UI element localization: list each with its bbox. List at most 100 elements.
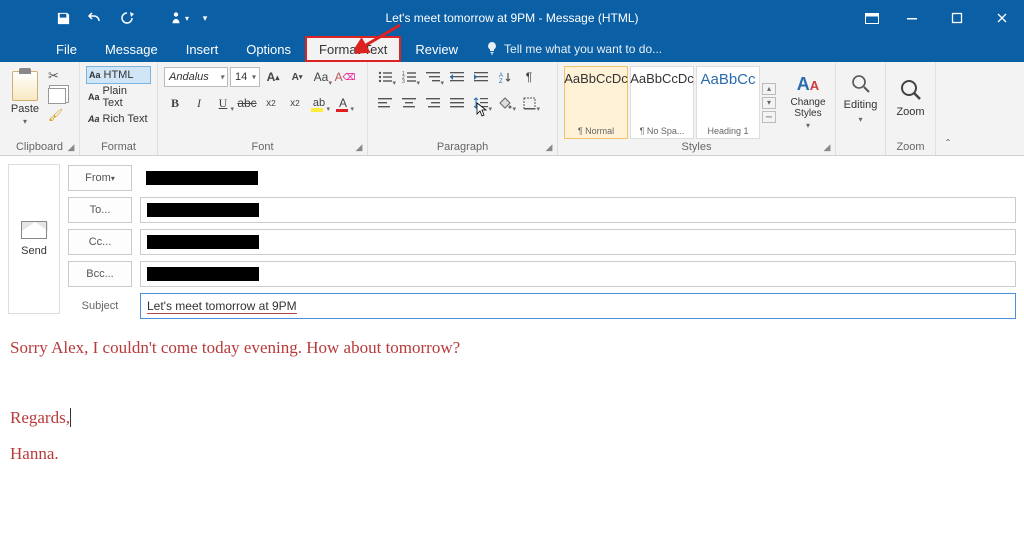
bcc-field[interactable]: user3@example.com bbox=[140, 261, 1016, 287]
titlebar: ▾ ▾ Let's meet tomorrow at 9PM - Message… bbox=[0, 0, 1024, 36]
italic-icon[interactable]: I bbox=[188, 92, 210, 114]
styles-dialog-launcher[interactable]: ◢ bbox=[821, 141, 833, 153]
show-marks-icon[interactable]: ¶ bbox=[518, 66, 540, 88]
tab-insert[interactable]: Insert bbox=[172, 36, 233, 62]
subject-field[interactable]: Let's meet tomorrow at 9PM bbox=[140, 293, 1016, 319]
body-line-3: Hanna. bbox=[10, 440, 1014, 467]
style-normal[interactable]: AaBbCcDc ¶ Normal bbox=[564, 66, 628, 139]
send-label: Send bbox=[21, 245, 47, 257]
styles-gallery-nav[interactable]: ▴▾⎓ bbox=[762, 66, 776, 139]
bullets-icon[interactable]: ▾ bbox=[374, 66, 396, 88]
message-body[interactable]: Sorry Alex, I couldn't come today evenin… bbox=[0, 320, 1024, 489]
highlight-color-icon[interactable]: ab▾ bbox=[308, 92, 330, 114]
style-no-spacing[interactable]: AaBbCcDc ¶ No Spa... bbox=[630, 66, 694, 139]
window-title: Let's meet tomorrow at 9PM - Message (HT… bbox=[385, 11, 638, 25]
text-cursor bbox=[70, 408, 71, 427]
group-paragraph: ▾ 123▾ ▾ AZ ¶ ▾ ▾ ▾ bbox=[368, 62, 558, 155]
maximize-button[interactable] bbox=[934, 0, 979, 36]
format-html-button[interactable]: AaAa HTMLHTML bbox=[86, 66, 151, 84]
shrink-font-icon[interactable]: A▾ bbox=[286, 66, 308, 88]
body-line-1: Sorry Alex, I couldn't come today evenin… bbox=[10, 334, 1014, 361]
borders-icon[interactable]: ▾ bbox=[518, 92, 540, 114]
tell-me-search[interactable]: Tell me what you want to do... bbox=[472, 36, 662, 62]
collapse-ribbon-icon[interactable]: ˆ bbox=[936, 62, 960, 155]
style-heading-1[interactable]: AaBbCc Heading 1 bbox=[696, 66, 760, 139]
zoom-button[interactable]: Zoom bbox=[892, 64, 929, 132]
editing-button[interactable]: Editing ▾ bbox=[842, 64, 879, 132]
justify-icon[interactable] bbox=[446, 92, 468, 114]
format-painter-icon[interactable] bbox=[48, 108, 66, 124]
save-icon[interactable] bbox=[48, 3, 78, 33]
strikethrough-icon[interactable]: abc bbox=[236, 92, 258, 114]
compose-header: Send From ▾ user0@example.com To... user… bbox=[0, 156, 1024, 320]
font-dialog-launcher[interactable]: ◢ bbox=[353, 141, 365, 153]
body-line-2: Regards, bbox=[10, 408, 70, 427]
cc-value: user2@example.com bbox=[147, 235, 259, 249]
redo-icon[interactable] bbox=[112, 3, 142, 33]
tab-format-text[interactable]: Format Text bbox=[305, 36, 401, 62]
align-center-icon[interactable] bbox=[398, 92, 420, 114]
to-button[interactable]: To... bbox=[68, 197, 132, 223]
group-label-font: Font bbox=[164, 139, 361, 155]
cc-field[interactable]: user2@example.com bbox=[140, 229, 1016, 255]
change-styles-label: Change Styles bbox=[787, 97, 829, 119]
bcc-value: user3@example.com bbox=[147, 267, 259, 281]
zoom-icon bbox=[899, 78, 923, 102]
underline-icon[interactable]: U▾ bbox=[212, 92, 234, 114]
line-spacing-icon[interactable]: ▾ bbox=[470, 92, 492, 114]
touch-mode-icon[interactable]: ▾ bbox=[164, 3, 194, 33]
font-name-combo[interactable]: Andalus▾ bbox=[164, 67, 228, 87]
to-value: user1@example.com bbox=[147, 203, 259, 217]
quick-access-toolbar: ▾ ▾ bbox=[0, 0, 214, 36]
from-value: user0@example.com bbox=[146, 171, 258, 185]
minimize-button[interactable] bbox=[889, 0, 934, 36]
send-icon bbox=[21, 221, 47, 239]
font-size-combo[interactable]: 14▾ bbox=[230, 67, 260, 87]
decrease-indent-icon[interactable] bbox=[446, 66, 468, 88]
change-styles-icon: AA bbox=[797, 74, 819, 95]
format-plain-button[interactable]: AaPlain Text bbox=[86, 88, 151, 106]
numbering-icon[interactable]: 123▾ bbox=[398, 66, 420, 88]
styles-gallery[interactable]: AaBbCcDc ¶ Normal AaBbCcDc ¶ No Spa... A… bbox=[564, 64, 779, 139]
sort-icon[interactable]: AZ bbox=[494, 66, 516, 88]
format-rich-button[interactable]: AaRich Text bbox=[86, 110, 151, 128]
mouse-cursor-icon bbox=[476, 102, 490, 118]
group-label-paragraph: Paragraph bbox=[374, 139, 551, 155]
find-icon bbox=[850, 73, 872, 95]
increase-indent-icon[interactable] bbox=[470, 66, 492, 88]
to-field[interactable]: user1@example.com bbox=[140, 197, 1016, 223]
grow-font-icon[interactable]: A▴ bbox=[262, 66, 284, 88]
tab-message[interactable]: Message bbox=[91, 36, 172, 62]
change-case-icon[interactable]: Aa▾ bbox=[310, 66, 332, 88]
cut-icon[interactable] bbox=[48, 68, 66, 84]
undo-icon[interactable] bbox=[80, 3, 110, 33]
paragraph-dialog-launcher[interactable]: ◢ bbox=[543, 141, 555, 153]
bold-icon[interactable]: B bbox=[164, 92, 186, 114]
change-styles-button[interactable]: AA Change Styles ▾ bbox=[783, 64, 829, 139]
send-button[interactable]: Send bbox=[8, 164, 60, 314]
group-label-clipboard: Clipboard bbox=[6, 139, 73, 155]
bcc-button[interactable]: Bcc... bbox=[68, 261, 132, 287]
from-button[interactable]: From ▾ bbox=[68, 165, 132, 191]
align-left-icon[interactable] bbox=[374, 92, 396, 114]
qat-customize-icon[interactable]: ▾ bbox=[196, 3, 214, 33]
tab-file[interactable]: File bbox=[42, 36, 91, 62]
tab-review[interactable]: Review bbox=[401, 36, 472, 62]
cc-button[interactable]: Cc... bbox=[68, 229, 132, 255]
superscript-icon[interactable]: x2 bbox=[284, 92, 306, 114]
subject-value: Let's meet tomorrow at 9PM bbox=[147, 299, 297, 314]
align-right-icon[interactable] bbox=[422, 92, 444, 114]
paste-button[interactable]: Paste ▾ bbox=[6, 64, 44, 132]
paste-label: Paste bbox=[11, 103, 39, 115]
font-color-icon[interactable]: A▾ bbox=[332, 92, 354, 114]
clear-formatting-icon[interactable]: A⌫ bbox=[334, 66, 356, 88]
multilevel-list-icon[interactable]: ▾ bbox=[422, 66, 444, 88]
clipboard-dialog-launcher[interactable]: ◢ bbox=[65, 141, 77, 153]
subscript-icon[interactable]: x2 bbox=[260, 92, 282, 114]
ribbon-display-options-icon[interactable] bbox=[855, 0, 889, 36]
shading-icon[interactable]: ▾ bbox=[494, 92, 516, 114]
tab-options[interactable]: Options bbox=[232, 36, 305, 62]
copy-icon[interactable] bbox=[48, 88, 66, 104]
group-clipboard: Paste ▾ Clipboard ◢ bbox=[0, 62, 80, 155]
close-button[interactable] bbox=[979, 0, 1024, 36]
